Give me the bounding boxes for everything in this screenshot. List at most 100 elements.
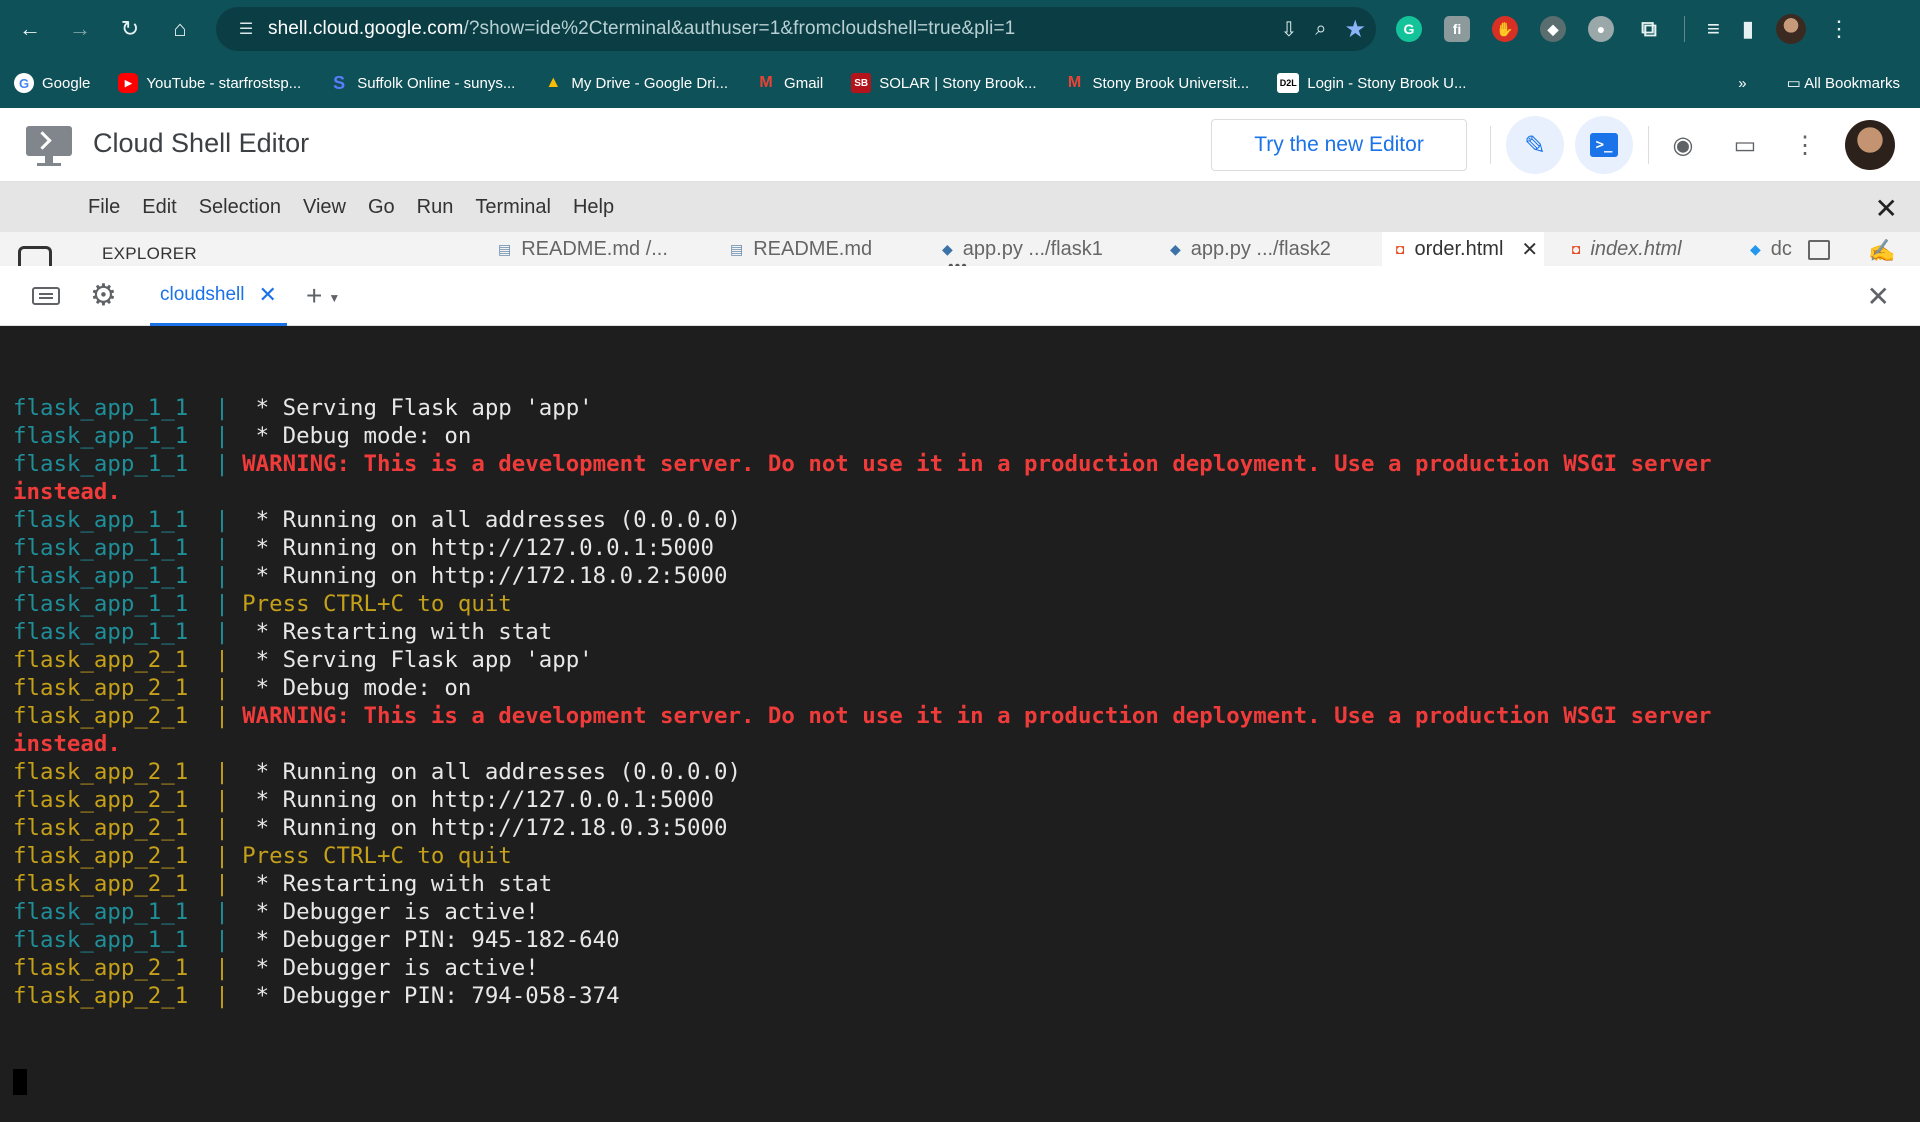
tab-label: index.html: [1590, 237, 1682, 260]
log-message: * Debugger PIN: 794-058-374: [242, 983, 620, 1009]
web-preview-icon[interactable]: ◉: [1668, 130, 1698, 160]
google-drive-icon: ▲: [545, 74, 562, 91]
tab-order-html[interactable]: ◘ order.html ✕: [1382, 232, 1544, 266]
close-terminal-tab-icon[interactable]: ✕: [259, 282, 277, 308]
log-message: * Running on http://127.0.0.1:5000: [242, 535, 714, 561]
tab-docker[interactable]: ◆ dc: [1736, 232, 1792, 266]
profile-avatar[interactable]: [1775, 14, 1806, 44]
extensions-puzzle-icon[interactable]: ⧉: [1636, 16, 1662, 42]
bookmarks-bar: G Google ▶ YouTube - starfrostsp... S Suffo…: [0, 58, 1920, 108]
try-new-editor-button[interactable]: Try the new Editor: [1211, 119, 1467, 171]
close-editor-icon[interactable]: ✕: [1875, 192, 1898, 225]
explorer-files-icon[interactable]: [18, 246, 52, 266]
open-editor-button[interactable]: ✎: [1506, 116, 1564, 174]
tab-readme-2[interactable]: ▤ README.md: [716, 232, 872, 266]
log-message: * Serving Flask app 'app': [242, 647, 593, 673]
add-terminal-button[interactable]: + ▼: [306, 280, 340, 312]
markdown-icon: ▤: [730, 240, 744, 257]
side-panel-icon[interactable]: ▮: [1742, 16, 1754, 42]
forward-button[interactable]: →: [60, 9, 100, 49]
install-app-icon[interactable]: ⇩: [1281, 17, 1298, 42]
reload-button[interactable]: ↻: [110, 9, 150, 49]
terminal-tab-cloudshell[interactable]: cloudshell ✕: [150, 266, 287, 326]
tab-index-html[interactable]: ◘ index.html: [1558, 232, 1682, 266]
tab-label: order.html: [1414, 237, 1504, 260]
all-bookmarks-button[interactable]: ▭ All Bookmarks: [1787, 74, 1900, 92]
more-options-icon[interactable]: ⋮: [1790, 130, 1820, 160]
address-bar[interactable]: ☰ shell.cloud.google.com/?show=ide%2Cter…: [216, 7, 1376, 51]
terminal-line: flask_app_1_1 | * Serving Flask app 'app…: [13, 394, 1920, 422]
log-message: * Running on http://127.0.0.1:5000: [242, 787, 714, 813]
log-message: * Running on all addresses (0.0.0.0): [242, 759, 741, 785]
home-button[interactable]: ⌂: [160, 9, 200, 49]
log-container-prefix: flask_app_1_1 |: [13, 927, 243, 953]
open-terminal-button[interactable]: >_: [1575, 116, 1633, 174]
url-path: /?show=ide%2Cterminal&authuser=1&fromclo…: [463, 18, 1016, 39]
menu-view[interactable]: View: [303, 196, 346, 219]
url-text[interactable]: shell.cloud.google.com/?show=ide%2Ctermi…: [268, 18, 1015, 40]
markdown-icon: ▤: [498, 240, 512, 257]
arrow-right-icon: →: [69, 16, 91, 41]
log-container-prefix: flask_app_1_1 |: [13, 423, 243, 449]
editor-tab-strip: EXPLORER ▤ README.md /... ▤ README.md ◆ app…: [0, 232, 1920, 266]
bookmark-star-icon[interactable]: ★: [1344, 15, 1366, 44]
extensions-bar: G fi ✋ ◆ ● ⧉ ≡ ▮ ⋮: [1396, 9, 1850, 49]
bookmark-d2l-login[interactable]: D2L Login - Stony Brook U...: [1277, 73, 1466, 93]
bookmark-solar[interactable]: SB SOLAR | Stony Brook...: [851, 73, 1037, 93]
menu-run[interactable]: Run: [417, 196, 454, 219]
bookmark-youtube[interactable]: ▶ YouTube - starfrostsp...: [118, 73, 301, 93]
menu-go[interactable]: Go: [368, 196, 395, 219]
zoom-icon[interactable]: ⌕: [1315, 18, 1326, 41]
stony-brook-icon: SB: [851, 73, 872, 93]
keyboard-icon[interactable]: [32, 287, 60, 305]
prism-extension-icon[interactable]: ◆: [1540, 16, 1566, 42]
terminal-prompt-line[interactable]: [13, 1066, 1920, 1095]
media-queue-icon[interactable]: ≡: [1707, 16, 1720, 42]
bookmark-label: Login - Stony Brook U...: [1307, 74, 1467, 92]
menu-help[interactable]: Help: [573, 196, 614, 219]
menu-edit[interactable]: Edit: [142, 196, 176, 219]
gear-icon[interactable]: ⚙: [90, 278, 117, 313]
bookmark-google[interactable]: G Google: [14, 73, 90, 93]
split-editor-icon[interactable]: [1808, 240, 1830, 260]
log-container-prefix: flask_app_2_1 |: [13, 787, 243, 813]
log-container-prefix: flask_app_2_1 |: [13, 871, 243, 897]
account-avatar[interactable]: [1845, 120, 1895, 170]
d2l-icon: D2L: [1277, 73, 1300, 93]
bookmark-suffolk[interactable]: S Suffolk Online - sunys...: [329, 73, 515, 93]
extension-icon[interactable]: fi: [1444, 16, 1470, 42]
sash-drag-handle[interactable]: •••: [948, 258, 968, 266]
tab-app-py-flask2[interactable]: ◆ app.py .../flask2: [1156, 232, 1331, 266]
stop-hand-extension-icon[interactable]: ✋: [1492, 16, 1518, 42]
back-button[interactable]: ←: [10, 9, 50, 49]
log-message: * Running on all addresses (0.0.0.0): [242, 507, 741, 533]
bookmark-stony-brook-mail[interactable]: M Stony Brook Universit...: [1065, 73, 1249, 93]
bookmark-label: Google: [42, 74, 91, 92]
tab-readme-1[interactable]: ▤ README.md /...: [484, 232, 668, 266]
log-message: * Running on http://172.18.0.3:5000: [242, 815, 728, 841]
more-menu-icon[interactable]: ⋮: [1828, 16, 1850, 42]
reload-icon: ↻: [120, 16, 140, 41]
terminal-line: flask_app_1_1 | * Restarting with stat: [13, 618, 1920, 646]
terminal-output[interactable]: flask_app_1_1 | * Serving Flask app 'app…: [0, 326, 1920, 1095]
bookmark-label: Suffolk Online - sunys...: [357, 74, 516, 92]
grammarly-extension-icon[interactable]: G: [1396, 16, 1422, 42]
location-extension-icon[interactable]: ●: [1588, 16, 1614, 42]
log-message: WARNING: This is a development server. D…: [242, 703, 1712, 729]
menu-file[interactable]: File: [88, 196, 120, 219]
log-container-prefix: flask_app_2_1 |: [13, 647, 243, 673]
browser-toolbar: ← → ↻ ⌂ ☰ shell.cloud.google.com/?show=i…: [0, 0, 1920, 58]
layout-panel-icon[interactable]: ▭: [1730, 130, 1760, 160]
site-info-icon[interactable]: ☰: [224, 7, 268, 51]
menu-selection[interactable]: Selection: [199, 196, 281, 219]
bookmark-drive[interactable]: ▲ My Drive - Google Dri...: [543, 73, 728, 93]
terminal-line: flask_app_2_1 | * Running on http://127.…: [13, 786, 1920, 814]
tab-label: README.md: [753, 237, 873, 260]
bookmark-gmail[interactable]: M Gmail: [756, 73, 823, 93]
annotate-icon[interactable]: ✍: [1868, 238, 1895, 264]
pencil-icon: ✎: [1524, 129, 1546, 160]
close-tab-icon[interactable]: ✕: [1521, 237, 1538, 262]
close-terminal-panel-icon[interactable]: ✕: [1867, 280, 1890, 313]
bookmarks-overflow-icon[interactable]: »: [1738, 75, 1746, 92]
menu-terminal[interactable]: Terminal: [475, 196, 551, 219]
